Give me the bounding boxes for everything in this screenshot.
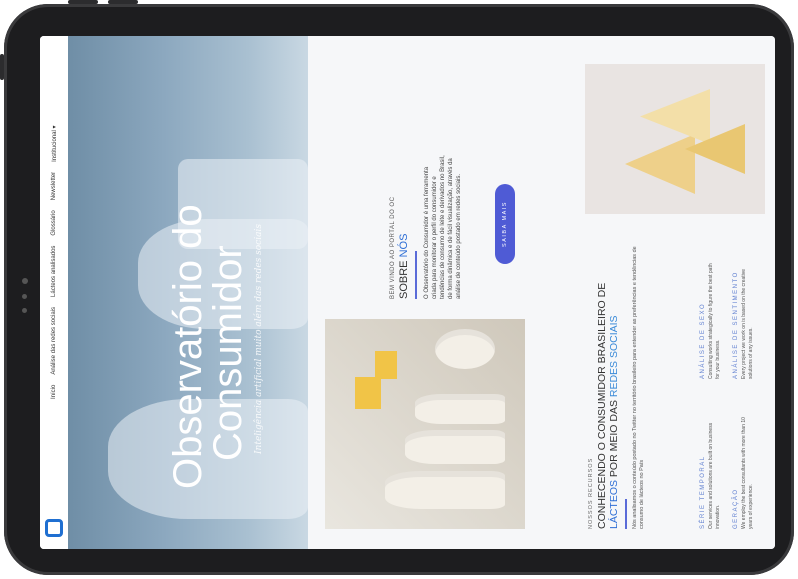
feature-text: Consulting works strategically to figure… xyxy=(708,263,721,379)
resources-text: Nós analisamos o conteúdo postado no Twi… xyxy=(632,246,645,529)
feature-item: ANÁLISE DE SENTIMENTO Every project we w… xyxy=(733,229,754,379)
sensor-icon xyxy=(22,308,27,313)
nav-item-newsletter[interactable]: Newsletter xyxy=(51,172,57,200)
hero-title: Observatório do Consumidor xyxy=(166,109,250,489)
milk-bottle-image xyxy=(415,394,505,424)
about-text: O Observatório do Consumidor é uma ferra… xyxy=(424,155,462,299)
hero-title-line2: Consumidor xyxy=(206,245,250,461)
dairy-products-image xyxy=(325,319,525,529)
tablet-frame: Início Análise das redes sociais Lácteos… xyxy=(0,0,794,575)
about-title-accent: NÓS xyxy=(398,233,410,258)
power-button xyxy=(108,0,138,4)
cheese-photo-image xyxy=(585,64,765,214)
cheese-slice-image xyxy=(625,134,695,194)
feature-text: Every project we work on is based on the… xyxy=(741,268,754,379)
feature-item: GERAÇÃO We employ the best consultants w… xyxy=(733,379,754,529)
about-title-prefix: SOBRE xyxy=(398,260,410,299)
top-nav: Início Análise das redes sociais Lácteos… xyxy=(40,36,68,549)
feature-title: ANÁLISE DE SEXO xyxy=(700,302,706,379)
cheese-image xyxy=(355,377,381,409)
resources-title: CONHECENDO O CONSUMIDOR BRASILEIRO DE LÁ… xyxy=(596,229,620,529)
feature-item: ANÁLISE DE SEXO Consulting works strateg… xyxy=(700,229,721,379)
milk-bottle-image xyxy=(385,471,505,509)
cheese-image xyxy=(375,351,397,379)
about-divider xyxy=(415,251,417,299)
features-grid: SÉRIE TEMPORAL Our services and solution… xyxy=(700,229,754,529)
resources-title-redes: REDES SOCIAIS xyxy=(608,315,620,398)
resources-title-line1: CONHECENDO O CONSUMIDOR BRASILEIRO DE xyxy=(596,282,608,529)
feature-title: ANÁLISE DE SENTIMENTO xyxy=(733,271,739,379)
nav-item-analise[interactable]: Análise das redes sociais xyxy=(51,307,57,375)
nav-item-institucional[interactable]: Institucional ▾ xyxy=(51,126,58,162)
resources-title-line2: LÁCTEOS POR MEIO DAS REDES SOCIAIS xyxy=(608,229,620,529)
side-button xyxy=(0,54,4,80)
feature-text: We employ the best consultants with more… xyxy=(741,417,754,529)
hero-subtitle: Inteligência artificial muito além das r… xyxy=(254,224,264,454)
sensor-icon xyxy=(22,294,27,299)
resources-divider xyxy=(625,499,627,529)
milk-bottle-image xyxy=(405,430,505,464)
resources-section: NOSSOS RECURSOS CONHECENDO O CONSUMIDOR … xyxy=(588,229,646,529)
nav-menu: Início Análise das redes sociais Lácteos… xyxy=(40,126,68,399)
website-page: Início Análise das redes sociais Lácteos… xyxy=(40,36,775,549)
logo-icon[interactable] xyxy=(45,519,63,537)
nav-item-lacteos[interactable]: Lácteos analisados xyxy=(51,246,57,297)
feature-title: GERAÇÃO xyxy=(733,488,739,529)
resources-title-mid: POR MEIO DAS xyxy=(608,397,620,480)
resources-title-lacteos: LÁCTEOS xyxy=(608,479,620,529)
saiba-mais-button[interactable]: SAIBA MAIS xyxy=(495,184,515,264)
volume-button xyxy=(68,0,98,4)
cheese-slice-image xyxy=(640,89,710,144)
resources-eyebrow: NOSSOS RECURSOS xyxy=(588,457,594,529)
hero-banner: Observatório do Consumidor Inteligência … xyxy=(68,36,308,549)
nav-item-inicio[interactable]: Início xyxy=(51,385,57,399)
bowl-image xyxy=(435,329,495,369)
nav-item-glossario[interactable]: Glossário xyxy=(51,210,57,235)
hero-title-line1: Observatório do xyxy=(166,204,210,489)
camera-icon xyxy=(22,278,28,284)
about-title: SOBRE NÓS xyxy=(398,99,410,299)
feature-title: SÉRIE TEMPORAL xyxy=(700,455,706,529)
screen: Início Análise das redes sociais Lácteos… xyxy=(40,36,775,549)
feature-text: Our services and solutions are built on … xyxy=(708,422,721,529)
about-section: BEM VINDO AO PORTAL DO OC SOBRE NÓS O Ob… xyxy=(390,99,463,299)
feature-item: SÉRIE TEMPORAL Our services and solution… xyxy=(700,379,721,529)
about-eyebrow: BEM VINDO AO PORTAL DO OC xyxy=(390,196,396,299)
